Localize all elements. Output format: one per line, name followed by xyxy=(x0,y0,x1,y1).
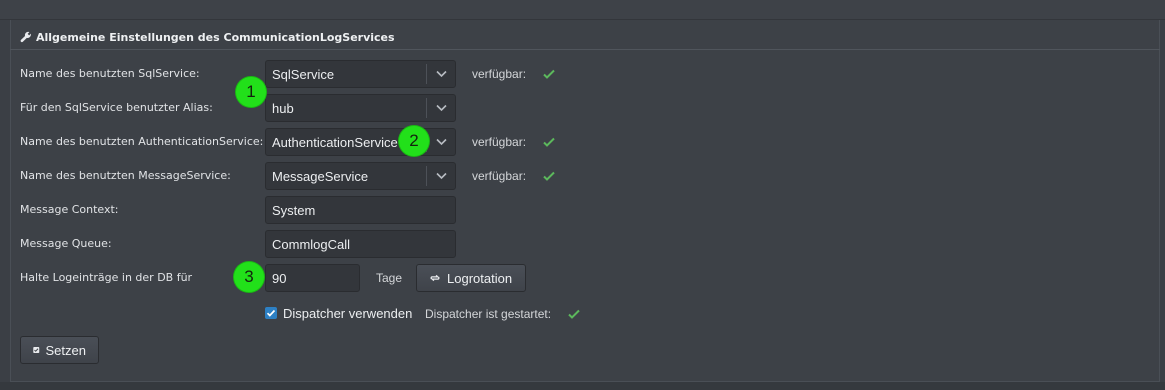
row-auth-service: Name des benutzten AuthenticationService… xyxy=(0,128,1165,156)
message-queue-input[interactable]: CommlogCall xyxy=(265,230,456,258)
chevron-down-icon[interactable] xyxy=(427,61,455,87)
log-retention-label: Halte Logeinträge in der DB für xyxy=(20,271,193,284)
annotation-marker-3: 3 xyxy=(234,262,264,292)
sql-service-status: verfügbar: xyxy=(472,67,527,81)
logrotation-button-label: Logrotation xyxy=(447,270,513,286)
chevron-down-icon[interactable] xyxy=(427,95,455,121)
check-icon xyxy=(543,137,555,147)
sql-service-value: SqlService xyxy=(272,66,335,82)
title-divider xyxy=(10,49,1160,50)
section-title: Allgemeine Einstellungen des Communicati… xyxy=(20,29,395,45)
message-service-label: Name des benutzten MessageService: xyxy=(20,169,231,182)
message-context-label: Message Context: xyxy=(20,203,119,216)
wrench-icon xyxy=(20,31,31,43)
auth-service-label: Name des benutzten AuthenticationService… xyxy=(20,135,264,148)
dispatcher-status: Dispatcher ist gestartet: xyxy=(425,307,552,321)
chevron-down-icon[interactable] xyxy=(427,163,455,189)
annotation-marker-2: 2 xyxy=(399,126,429,156)
message-queue-label: Message Queue: xyxy=(20,237,112,250)
message-service-value: MessageService xyxy=(272,168,369,184)
check-icon xyxy=(543,69,555,79)
annotation-marker-1: 1 xyxy=(236,77,266,107)
sql-alias-label: Für den SqlService benutzter Alias: xyxy=(20,101,213,114)
dispatcher-checkbox[interactable] xyxy=(265,307,277,319)
logrotation-button[interactable]: Logrotation xyxy=(416,264,526,292)
refresh-icon xyxy=(430,274,440,282)
row-message-service: Name des benutzten MessageService: Messa… xyxy=(0,162,1165,190)
check-icon xyxy=(568,309,580,319)
sql-service-label: Name des benutzten SqlService: xyxy=(20,67,200,80)
check-icon xyxy=(543,171,555,181)
bottom-strip xyxy=(0,382,1165,390)
log-retention-days-input[interactable]: 90 xyxy=(265,264,360,292)
sql-alias-value: hub xyxy=(272,100,294,116)
message-context-input[interactable]: System xyxy=(265,196,456,224)
message-service-status: verfügbar: xyxy=(472,169,527,183)
sql-alias-select[interactable]: hub xyxy=(265,94,456,122)
section-title-text: Allgemeine Einstellungen des Communicati… xyxy=(36,30,395,44)
set-button-label: Setzen xyxy=(45,342,86,358)
checkbox-icon xyxy=(33,347,40,353)
message-service-select[interactable]: MessageService xyxy=(265,162,456,190)
row-sql-alias: Für den SqlService benutzter Alias: hub xyxy=(0,94,1165,122)
chevron-down-icon[interactable] xyxy=(427,129,455,155)
checkmark-icon xyxy=(266,309,276,317)
log-retention-unit: Tage xyxy=(376,271,403,285)
top-strip xyxy=(0,0,1165,20)
set-button[interactable]: Setzen xyxy=(20,336,99,364)
row-sql-service: Name des benutzten SqlService: SqlServic… xyxy=(0,60,1165,88)
row-message-context: Message Context: System xyxy=(0,196,1165,224)
row-message-queue: Message Queue: CommlogCall xyxy=(0,230,1165,258)
dispatcher-checkbox-label[interactable]: Dispatcher verwenden xyxy=(283,306,412,321)
auth-service-status: verfügbar: xyxy=(472,135,527,149)
row-log-retention: Halte Logeinträge in der DB für 90 Tage … xyxy=(0,264,1165,292)
sql-service-select[interactable]: SqlService xyxy=(265,60,456,88)
